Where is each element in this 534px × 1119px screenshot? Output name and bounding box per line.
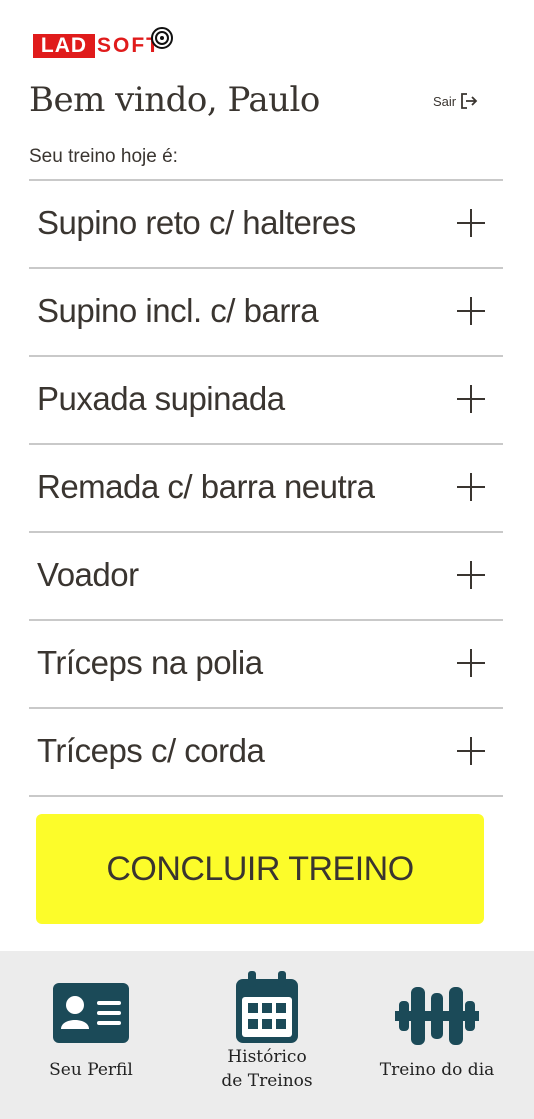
exercise-label: Remada c/ barra neutra [37,468,375,505]
logout-label: Sair [433,93,457,109]
plus-icon[interactable] [455,295,487,327]
exercise-label: Voador [37,556,139,593]
nav-label-history-line2: de Treinos [221,1071,313,1091]
exercise-item[interactable]: Puxada supinada [29,357,503,445]
plus-icon[interactable] [455,559,487,591]
nav-label-profile: Seu Perfil [49,1060,133,1080]
exercise-item[interactable]: Voador [29,533,503,621]
exercise-label: Puxada supinada [37,380,285,417]
ladsoft-logo: LAD SOFT [31,26,181,62]
target-icon [151,27,173,49]
nav-label-today: Treino do dia [379,1060,495,1080]
exercise-item[interactable]: Remada c/ barra neutra [29,445,503,533]
id-card-icon [53,983,129,1043]
logout-icon [461,93,478,109]
plus-icon[interactable] [455,647,487,679]
nav-label-history-line1: Histórico [227,1047,307,1067]
calendar-icon [236,971,298,1043]
exercise-item[interactable]: Tríceps c/ corda [29,709,503,797]
logo-boxed-text: LAD [33,34,95,58]
nav-item-today[interactable]: Treino do dia [348,951,526,1119]
exercise-item[interactable]: Supino incl. c/ barra [29,269,503,357]
workout-subtitle: Seu treino hoje é: [29,146,178,167]
exercise-item[interactable]: Tríceps na polia [29,621,503,709]
finish-workout-button[interactable]: CONCLUIR TREINO [36,814,484,924]
plus-icon[interactable] [455,735,487,767]
exercise-item[interactable]: Supino reto c/ halteres [29,181,503,269]
nav-item-history[interactable]: Histórico de Treinos [178,951,356,1119]
bottom-nav: Seu Perfil Histórico de Treinos Treino d… [0,951,534,1119]
logout-button[interactable]: Sair [433,92,478,110]
exercise-label: Supino reto c/ halteres [37,204,356,241]
plus-icon[interactable] [455,383,487,415]
dumbbell-icon [395,987,479,1045]
exercise-label: Supino incl. c/ barra [37,292,319,329]
nav-item-profile[interactable]: Seu Perfil [2,951,180,1119]
welcome-heading: Bem vindo, Paulo [29,80,320,120]
exercise-label: Tríceps na polia [37,644,263,681]
exercise-label: Tríceps c/ corda [37,732,265,769]
plus-icon[interactable] [455,471,487,503]
plus-icon[interactable] [455,207,487,239]
exercise-list: Supino reto c/ halteres Supino incl. c/ … [29,179,503,797]
